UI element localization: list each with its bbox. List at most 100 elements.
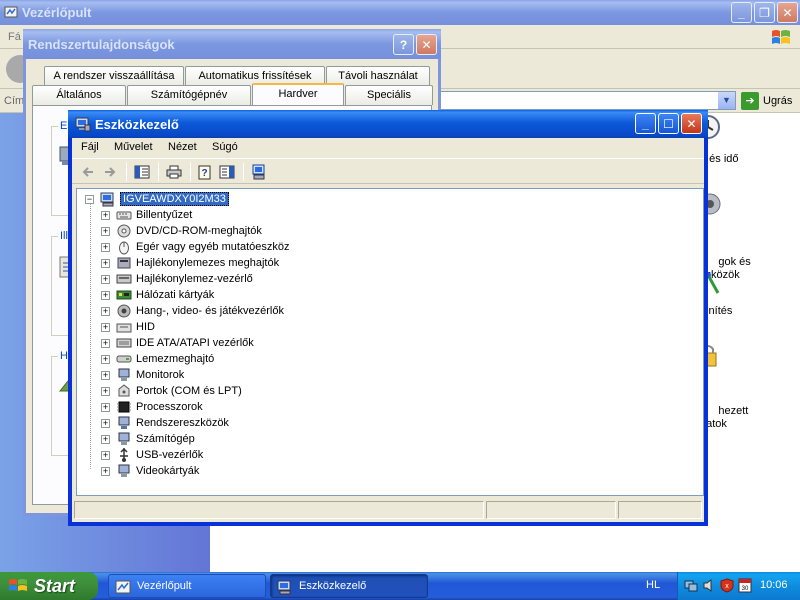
tree-item-label: Lemezmeghajtó [136,353,215,365]
restore-icon: ❐ [759,5,770,20]
close-button[interactable]: ✕ [777,2,798,23]
help-properties-icon: ? [198,165,211,180]
expand-icon[interactable]: + [101,338,110,348]
forward-button[interactable] [100,162,120,182]
tree-item[interactable]: + IDE ATA/ATAPI vezérlők [101,335,254,351]
device-manager-icon [75,117,91,132]
expand-icon[interactable]: + [101,274,110,284]
minimize-icon: _ [738,5,745,20]
address-input[interactable]: ▼ [440,91,736,110]
chevron-down-icon[interactable]: ▼ [718,92,735,109]
svg-text:30: 30 [742,586,749,592]
print-button[interactable] [164,162,184,182]
expand-icon[interactable]: + [101,242,110,252]
tree-item[interactable]: + Portok (COM és LPT) [101,383,242,399]
back-button[interactable] [78,162,98,182]
expand-icon[interactable]: + [101,290,110,300]
expand-icon[interactable]: + [101,322,110,332]
close-icon: ✕ [686,116,697,131]
tree-item[interactable]: + Egér vagy egyéb mutatóeszköz [101,239,289,255]
task-control-panel[interactable]: Vezérlőpult [108,574,266,598]
tab-computer-name[interactable]: Számítógépnév [127,85,251,105]
security-shield-icon[interactable]: x [720,578,734,593]
toolbar-separator [243,163,244,181]
menu-file-partial[interactable]: Fá [8,31,21,43]
tree-item-label: Billentyűzet [136,209,193,221]
start-button[interactable]: Start [0,572,98,600]
tab-general[interactable]: Általános [32,85,126,105]
status-pane-2 [486,501,616,519]
expand-icon[interactable]: + [101,386,110,396]
scan-hardware-button[interactable] [249,162,269,182]
network-card-icon [116,290,132,300]
tree-item[interactable]: + Monitorok [101,367,184,383]
tree-root[interactable]: − IGVEAWDXY0I2M33 [85,191,229,207]
tree-item[interactable]: + Processzorok [101,399,203,415]
tab-hardware[interactable]: Hardver [252,83,344,105]
expand-icon[interactable]: + [101,226,110,236]
language-indicator[interactable]: HL [646,579,660,591]
tree-item-label: Hajlékonylemezes meghajtók [136,257,280,269]
sound-icon[interactable] [702,578,716,593]
tab-advanced[interactable]: Speciális [345,85,433,105]
tree-item[interactable]: + Hajlékonylemez-vezérlő [101,271,253,287]
expand-icon[interactable]: + [101,306,110,316]
tree-item[interactable]: + Videokártyák [101,463,199,479]
minimize-button[interactable]: _ [635,113,656,134]
close-button[interactable]: ✕ [416,34,437,55]
control-panel-titlebar[interactable]: Vezérlőpult _ ❐ ✕ [0,0,800,25]
system-properties-titlebar[interactable]: Rendszertulajdonságok ? ✕ [23,29,441,59]
windows-flag-icon [772,30,790,44]
tree-item[interactable]: + DVD/CD-ROM-meghajtók [101,223,262,239]
expand-icon[interactable]: + [101,418,110,428]
expand-icon[interactable]: + [101,450,110,460]
tree-item[interactable]: + Hang-, video- és játékvezérlők [101,303,284,319]
tree-item-label: Portok (COM és LPT) [136,385,242,397]
root-computer-name[interactable]: IGVEAWDXY0I2M33 [120,192,229,206]
device-tree[interactable]: − IGVEAWDXY0I2M33 + Billentyűzet + DVD/CD-R… [76,188,704,496]
tree-item[interactable]: + Hálózati kártyák [101,287,214,303]
tree-item[interactable]: + Számítógép [101,431,195,447]
expand-icon[interactable]: + [101,354,110,364]
menu-file[interactable]: Fájl [81,141,99,153]
ide-controller-icon [116,338,132,348]
go-button-label[interactable]: Ugrás [763,95,792,107]
control-panel-title: Vezérlőpult [22,5,92,20]
tree-item[interactable]: + USB-vezérlők [101,447,203,463]
properties-button[interactable]: ? [195,162,215,182]
menu-help[interactable]: Súgó [212,141,238,153]
expand-icon[interactable]: + [101,370,110,380]
tree-item[interactable]: + HID [101,319,155,335]
tree-item[interactable]: + Hajlékonylemezes meghajtók [101,255,279,271]
network-icon[interactable] [684,578,698,593]
collapse-icon[interactable]: − [85,194,94,204]
restore-button[interactable]: ❐ [754,2,775,23]
clock[interactable]: 10:06 [760,579,788,591]
tree-item[interactable]: + Lemezmeghajtó [101,351,214,367]
menu-view[interactable]: Nézet [168,141,197,153]
tree-item[interactable]: + Billentyűzet [101,207,192,223]
menu-action[interactable]: Művelet [114,141,153,153]
maximize-button[interactable]: ☐ [658,113,679,134]
show-hide-tree-icon [134,165,150,179]
expand-icon[interactable]: + [101,466,110,476]
floppy-controller-icon [116,274,132,284]
calendar-icon[interactable]: 30 [738,578,752,593]
tab-system-restore[interactable]: A rendszer visszaállítása [44,66,184,86]
expand-icon[interactable]: + [101,402,110,412]
show-hide-tree-button[interactable] [132,162,152,182]
task-device-manager[interactable]: Eszközkezelő [270,574,428,598]
console-tree-button[interactable] [217,162,237,182]
minimize-button[interactable]: _ [731,2,752,23]
expand-icon[interactable]: + [101,210,110,220]
tree-item[interactable]: + Rendszereszközök [101,415,229,431]
go-arrow-icon[interactable]: ➔ [741,92,759,110]
device-manager-titlebar[interactable]: Eszközkezelő _ ☐ ✕ [68,110,708,138]
help-button[interactable]: ? [393,34,414,55]
toolbar-separator [158,163,159,181]
port-icon [118,384,130,397]
tree-item-label: Videokártyák [136,465,200,477]
expand-icon[interactable]: + [101,258,110,268]
close-button[interactable]: ✕ [681,113,702,134]
expand-icon[interactable]: + [101,434,110,444]
